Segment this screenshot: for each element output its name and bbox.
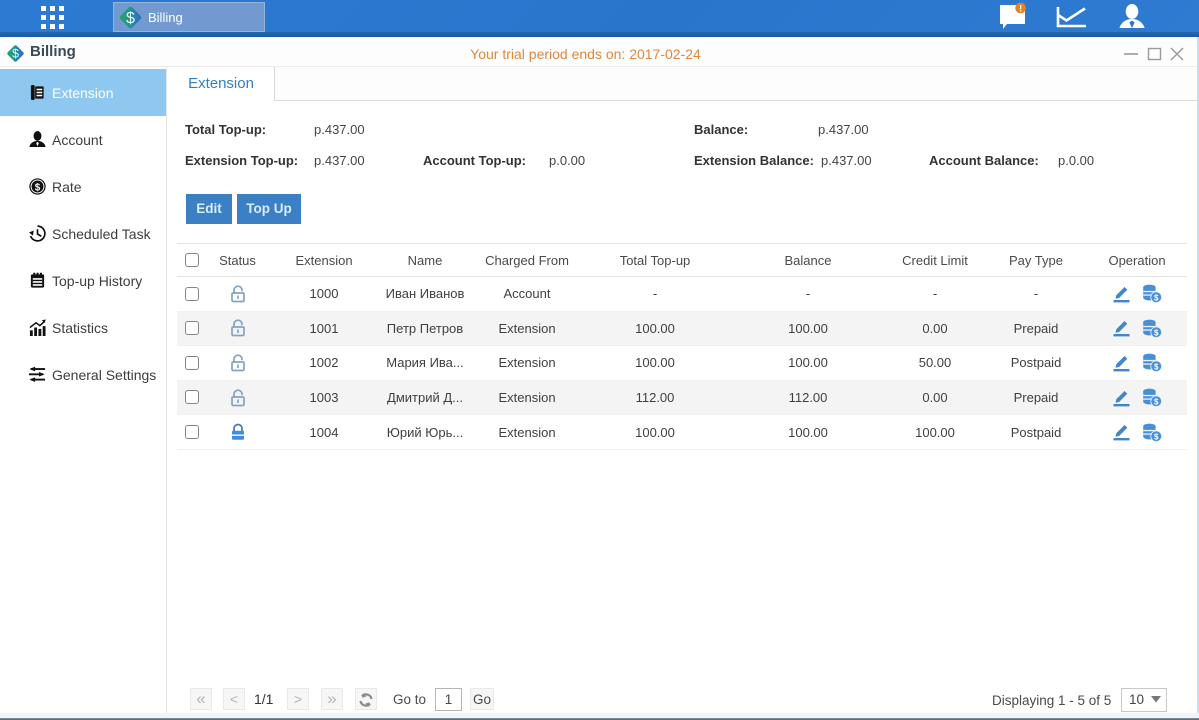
svg-text:!: ! [1019,4,1022,14]
svg-text:$: $ [35,182,41,193]
svg-text:$: $ [126,10,135,27]
